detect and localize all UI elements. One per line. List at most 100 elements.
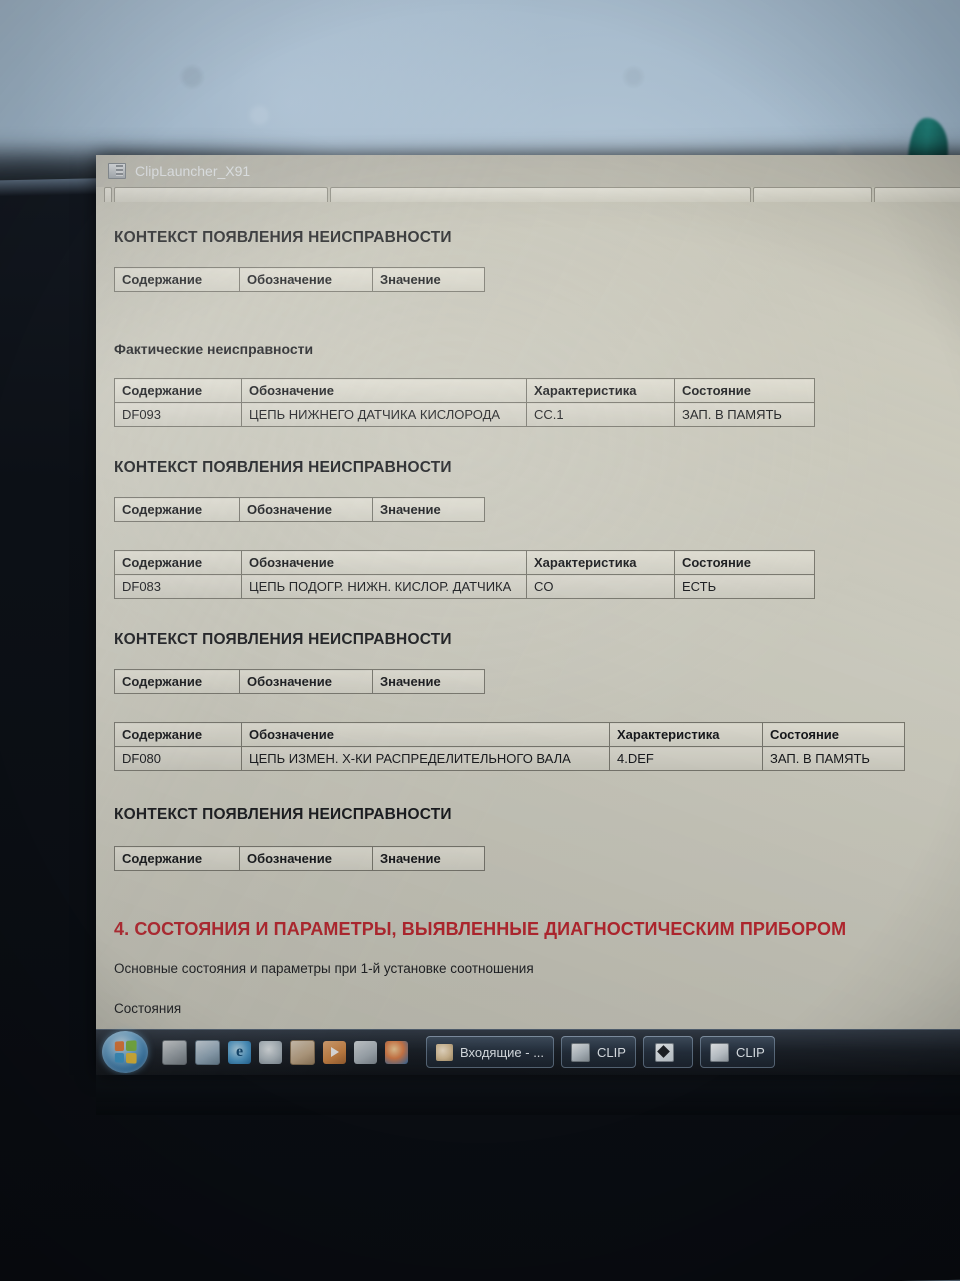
section4-subtitle-wrap: Основные состояния и параметры при 1-й у… [114,961,534,976]
document-viewport[interactable]: КОНТЕКСТ ПОЯВЛЕНИЯ НЕИСПРАВНОСТИ Содержа… [96,187,960,1075]
fault-state: ЗАП. В ПАМЯТЬ [762,746,905,771]
show-desktop-icon[interactable] [162,1039,187,1065]
window-switch-icon[interactable] [195,1039,220,1065]
fault-characteristic: CC.1 [526,402,675,427]
fault-designation: ЦЕПЬ ИЗМЕН. Х-КИ РАСПРЕДЕЛИТЕЛЬНОГО ВАЛА [241,746,610,771]
context-heading: КОНТЕКСТ ПОЯВЛЕНИЯ НЕИСПРАВНОСТИ [114,631,452,648]
context-heading: КОНТЕКСТ ПОЯВЛЕНИЯ НЕИСПРАВНОСТИ [114,229,452,246]
firefox-icon[interactable] [385,1040,408,1064]
window-title: ClipLauncher_X91 [135,163,251,179]
taskbar-button-mail[interactable]: Входящие - ... [426,1036,555,1068]
context-block-4: КОНТЕКСТ ПОЯВЛЕНИЯ НЕИСПРАВНОСТИ [114,806,452,824]
actual-faults-heading: Фактические неисправности [114,341,314,357]
tab-item[interactable] [113,187,328,202]
col-header-content: Содержание [114,378,242,403]
col-header-characteristic: Характеристика [609,722,763,747]
table-row: Содержание Обозначение Значение [114,267,485,292]
col-header-content: Содержание [114,497,240,522]
media-play-icon[interactable] [323,1040,346,1064]
col-header-designation: Обозначение [239,267,373,292]
col-header-state: Состояние [762,722,905,747]
tab-item[interactable] [329,187,751,202]
notes-icon[interactable] [354,1040,377,1064]
col-header-designation: Обозначение [239,669,373,694]
windows-logo-icon [114,1040,137,1064]
fault-designation: ЦЕПЬ ПОДОГР. НИЖН. КИСЛОР. ДАТЧИКА [241,574,527,599]
fault-table-df083[interactable]: Содержание Обозначение Характеристика Со… [114,550,815,599]
diamond-app-icon [654,1042,674,1062]
taskbar-button-label: Входящие - ... [460,1044,545,1060]
fault-designation: ЦЕПЬ НИЖНЕГО ДАТЧИКА КИСЛОРОДА [241,402,527,427]
photo-of-laptop-screen: 1.3 MEGA PIXELS ClipLauncher_X91 [0,0,960,1281]
col-header-state: Состояние [674,378,815,403]
context-table-2[interactable]: Содержание Обозначение Значение [114,497,485,522]
section4-states-label: Состояния [114,1001,182,1016]
clip-icon [709,1042,729,1062]
tab-strip[interactable] [104,187,960,202]
section4-states-label-wrap: Состояния [114,1001,181,1016]
col-header-designation: Обозначение [239,846,373,871]
section4-title-wrap: 4. СОСТОЯНИЯ И ПАРАМЕТРЫ, ВЫЯВЛЕННЫЕ ДИА… [114,919,846,940]
col-header-characteristic: Характеристика [526,550,675,575]
tab-item[interactable] [104,187,112,202]
fault-state: ЗАП. В ПАМЯТЬ [674,402,815,427]
col-header-value: Значение [372,497,485,522]
tab-item[interactable] [752,187,873,202]
table-row[interactable]: DF083 ЦЕПЬ ПОДОГР. НИЖН. КИСЛОР. ДАТЧИКА… [114,574,815,599]
section4-subtitle: Основные состояния и параметры при 1-й у… [114,961,534,976]
table-row: Содержание Обозначение Характеристика Со… [114,550,815,575]
table-row: Содержание Обозначение Характеристика Со… [114,722,905,747]
fault-table-df093[interactable]: Содержание Обозначение Характеристика Со… [114,378,815,427]
internet-explorer-icon[interactable] [228,1040,251,1064]
col-header-value: Значение [372,669,485,694]
taskbar-button-label: CLIP [735,1044,765,1060]
col-header-state: Состояние [674,550,815,575]
taskbar-window-buttons: Входящие - ... CLIP CLIP [426,1036,960,1068]
col-header-designation: Обозначение [241,378,527,403]
window-titlebar[interactable]: ClipLauncher_X91 [96,155,960,187]
fault-characteristic: 4.DEF [609,746,763,771]
context-block-3: КОНТЕКСТ ПОЯВЛЕНИЯ НЕИСПРАВНОСТИ [114,631,452,649]
tab-item[interactable] [874,187,960,202]
fault-code: DF083 [114,574,242,599]
context-table-4[interactable]: Содержание Обозначение Значение [114,846,485,871]
table-row: Содержание Обозначение Значение [114,669,485,694]
col-header-content: Содержание [114,267,240,292]
col-header-designation: Обозначение [241,550,527,575]
context-heading: КОНТЕКСТ ПОЯВЛЕНИЯ НЕИСПРАВНОСТИ [114,459,452,476]
table-row[interactable]: DF093 ЦЕПЬ НИЖНЕГО ДАТЧИКА КИСЛОРОДА CC.… [114,402,815,427]
taskbar-button-label: CLIP [597,1044,626,1060]
taskbar-button-clip-2[interactable]: CLIP [699,1036,775,1068]
table-row[interactable]: DF080 ЦЕПЬ ИЗМЕН. Х-КИ РАСПРЕДЕЛИТЕЛЬНОГ… [114,746,905,771]
media-player-icon[interactable] [259,1040,282,1064]
fault-table-df080[interactable]: Содержание Обозначение Характеристика Со… [114,722,905,771]
clip-icon [571,1042,591,1062]
lid-lower-bezel [96,1075,960,1115]
section4-title: 4. СОСТОЯНИЯ И ПАРАМЕТРЫ, ВЫЯВЛЕННЫЕ ДИА… [114,919,847,939]
col-header-content: Содержание [114,846,240,871]
table-row: Содержание Обозначение Значение [114,846,485,871]
start-button[interactable] [102,1031,148,1073]
fault-state: ЕСТЬ [674,574,815,599]
quick-launch-bar[interactable] [162,1039,408,1065]
office-icon[interactable] [290,1039,315,1065]
col-header-content: Содержание [114,722,242,747]
col-header-value: Значение [372,846,485,871]
windows-taskbar[interactable]: Входящие - ... CLIP CLIP [96,1029,960,1075]
mail-icon [436,1043,453,1061]
fault-code: DF080 [114,746,242,771]
col-header-designation: Обозначение [241,722,610,747]
context-block-1: КОНТЕКСТ ПОЯВЛЕНИЯ НЕИСПРАВНОСТИ [114,229,452,247]
fault-characteristic: CO [526,574,675,599]
application-window-icon [108,163,126,179]
table-row: Содержание Обозначение Характеристика Со… [114,378,815,403]
taskbar-button-diamond[interactable] [642,1036,693,1068]
context-heading: КОНТЕКСТ ПОЯВЛЕНИЯ НЕИСПРАВНОСТИ [114,806,452,823]
col-header-value: Значение [372,267,485,292]
context-table-3[interactable]: Содержание Обозначение Значение [114,669,485,694]
document-content: КОНТЕКСТ ПОЯВЛЕНИЯ НЕИСПРАВНОСТИ Содержа… [96,201,960,1075]
context-table-1[interactable]: Содержание Обозначение Значение [114,267,485,292]
laptop-screen: ClipLauncher_X91 КОНТЕКСТ ПОЯВЛЕНИЯ НЕИС… [96,155,960,1075]
col-header-content: Содержание [114,550,242,575]
taskbar-button-clip-1[interactable]: CLIP [561,1036,636,1068]
